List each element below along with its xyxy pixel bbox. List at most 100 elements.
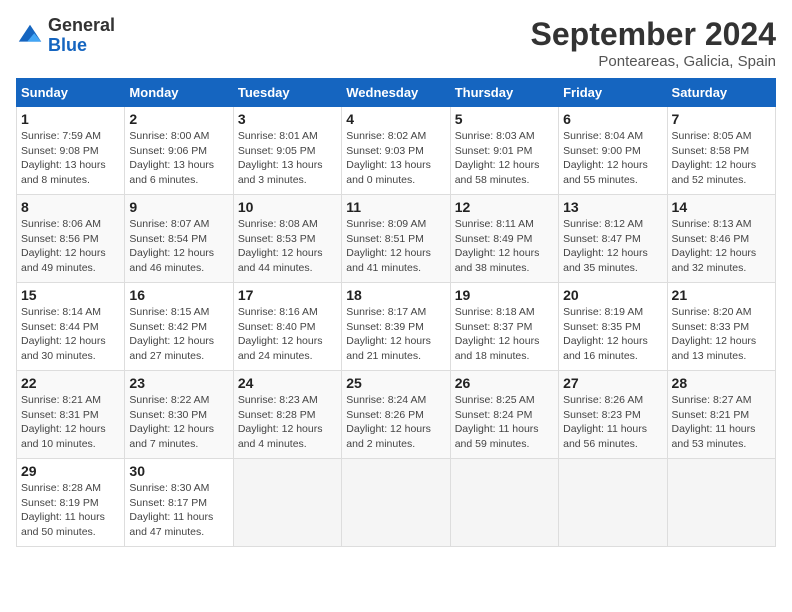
- day-detail: Sunrise: 8:28 AMSunset: 8:19 PMDaylight:…: [21, 481, 120, 540]
- calendar-cell: [667, 459, 775, 547]
- calendar-cell: 15 Sunrise: 8:14 AMSunset: 8:44 PMDayligh…: [17, 283, 125, 371]
- calendar-cell: 5 Sunrise: 8:03 AMSunset: 9:01 PMDaylight…: [450, 107, 558, 195]
- day-detail: Sunrise: 8:03 AMSunset: 9:01 PMDaylight:…: [455, 129, 554, 188]
- day-detail: Sunrise: 8:21 AMSunset: 8:31 PMDaylight:…: [21, 393, 120, 452]
- calendar-header-row: SundayMondayTuesdayWednesdayThursdayFrid…: [17, 79, 776, 107]
- day-number: 22: [21, 375, 120, 391]
- day-detail: Sunrise: 8:00 AMSunset: 9:06 PMDaylight:…: [129, 129, 228, 188]
- day-detail: Sunrise: 8:06 AMSunset: 8:56 PMDaylight:…: [21, 217, 120, 276]
- calendar-cell: 17 Sunrise: 8:16 AMSunset: 8:40 PMDayligh…: [233, 283, 341, 371]
- day-detail: Sunrise: 8:30 AMSunset: 8:17 PMDaylight:…: [129, 481, 228, 540]
- week-row-4: 22 Sunrise: 8:21 AMSunset: 8:31 PMDayligh…: [17, 371, 776, 459]
- page-subtitle: Ponteareas, Galicia, Spain: [531, 53, 776, 70]
- day-number: 12: [455, 199, 554, 215]
- week-row-2: 8 Sunrise: 8:06 AMSunset: 8:56 PMDaylight…: [17, 195, 776, 283]
- calendar-cell: 23Sunrise: 8:22 AMSunset: 8:30 PMDayligh…: [125, 371, 233, 459]
- calendar-cell: 2 Sunrise: 8:00 AMSunset: 9:06 PMDaylight…: [125, 107, 233, 195]
- day-detail: Sunrise: 8:15 AMSunset: 8:42 PMDaylight:…: [129, 305, 228, 364]
- day-number: 17: [238, 287, 337, 303]
- day-number: 14: [672, 199, 771, 215]
- calendar-cell: [559, 459, 667, 547]
- calendar-cell: 25 Sunrise: 8:24 AMSunset: 8:26 PMDayligh…: [342, 371, 450, 459]
- logo: GeneralBlue: [16, 16, 115, 56]
- calendar-cell: 28 Sunrise: 8:27 AMSunset: 8:21 PMDayligh…: [667, 371, 775, 459]
- calendar-cell: 30 Sunrise: 8:30 AMSunset: 8:17 PMDayligh…: [125, 459, 233, 547]
- calendar-cell: 24Sunrise: 8:23 AMSunset: 8:28 PMDayligh…: [233, 371, 341, 459]
- day-number: 3: [238, 111, 337, 127]
- calendar-cell: 13Sunrise: 8:12 AMSunset: 8:47 PMDayligh…: [559, 195, 667, 283]
- day-detail: Sunrise: 8:01 AMSunset: 9:05 PMDaylight:…: [238, 129, 337, 188]
- calendar-cell: 10 Sunrise: 8:08 AMSunset: 8:53 PMDayligh…: [233, 195, 341, 283]
- calendar-cell: 22 Sunrise: 8:21 AMSunset: 8:31 PMDayligh…: [17, 371, 125, 459]
- calendar-cell: 20 Sunrise: 8:19 AMSunset: 8:35 PMDayligh…: [559, 283, 667, 371]
- calendar-cell: 27 Sunrise: 8:26 AMSunset: 8:23 PMDayligh…: [559, 371, 667, 459]
- header-wednesday: Wednesday: [342, 79, 450, 107]
- day-detail: Sunrise: 8:24 AMSunset: 8:26 PMDaylight:…: [346, 393, 445, 452]
- day-detail: Sunrise: 8:04 AMSunset: 9:00 PMDaylight:…: [563, 129, 662, 188]
- day-detail: Sunrise: 8:13 AMSunset: 8:46 PMDaylight:…: [672, 217, 771, 276]
- day-detail: Sunrise: 8:18 AMSunset: 8:37 PMDaylight:…: [455, 305, 554, 364]
- day-number: 19: [455, 287, 554, 303]
- header-monday: Monday: [125, 79, 233, 107]
- calendar-table: SundayMondayTuesdayWednesdayThursdayFrid…: [16, 78, 776, 547]
- day-number: 20: [563, 287, 662, 303]
- day-number: 18: [346, 287, 445, 303]
- header-thursday: Thursday: [450, 79, 558, 107]
- day-detail: Sunrise: 8:27 AMSunset: 8:21 PMDaylight:…: [672, 393, 771, 452]
- day-number: 1: [21, 111, 120, 127]
- day-number: 10: [238, 199, 337, 215]
- calendar-cell: [342, 459, 450, 547]
- calendar-cell: 26Sunrise: 8:25 AMSunset: 8:24 PMDayligh…: [450, 371, 558, 459]
- header-sunday: Sunday: [17, 79, 125, 107]
- day-detail: Sunrise: 8:19 AMSunset: 8:35 PMDaylight:…: [563, 305, 662, 364]
- calendar-cell: 3 Sunrise: 8:01 AMSunset: 9:05 PMDaylight…: [233, 107, 341, 195]
- day-number: 27: [563, 375, 662, 391]
- day-detail: Sunrise: 8:20 AMSunset: 8:33 PMDaylight:…: [672, 305, 771, 364]
- day-detail: Sunrise: 8:11 AMSunset: 8:49 PMDaylight:…: [455, 217, 554, 276]
- calendar-cell: [450, 459, 558, 547]
- calendar-cell: 9Sunrise: 8:07 AMSunset: 8:54 PMDaylight…: [125, 195, 233, 283]
- day-number: 4: [346, 111, 445, 127]
- day-number: 30: [129, 463, 228, 479]
- header-saturday: Saturday: [667, 79, 775, 107]
- day-detail: Sunrise: 8:26 AMSunset: 8:23 PMDaylight:…: [563, 393, 662, 452]
- week-row-5: 29 Sunrise: 8:28 AMSunset: 8:19 PMDayligh…: [17, 459, 776, 547]
- calendar-cell: 29 Sunrise: 8:28 AMSunset: 8:19 PMDayligh…: [17, 459, 125, 547]
- calendar-cell: 18 Sunrise: 8:17 AMSunset: 8:39 PMDayligh…: [342, 283, 450, 371]
- day-number: 16: [129, 287, 228, 303]
- calendar-cell: 4 Sunrise: 8:02 AMSunset: 9:03 PMDaylight…: [342, 107, 450, 195]
- day-number: 28: [672, 375, 771, 391]
- calendar-cell: 8 Sunrise: 8:06 AMSunset: 8:56 PMDaylight…: [17, 195, 125, 283]
- day-number: 21: [672, 287, 771, 303]
- day-number: 8: [21, 199, 120, 215]
- calendar-cell: 11 Sunrise: 8:09 AMSunset: 8:51 PMDayligh…: [342, 195, 450, 283]
- day-number: 25: [346, 375, 445, 391]
- day-detail: Sunrise: 8:08 AMSunset: 8:53 PMDaylight:…: [238, 217, 337, 276]
- day-detail: Sunrise: 8:17 AMSunset: 8:39 PMDaylight:…: [346, 305, 445, 364]
- page-header: GeneralBlue September 2024 Ponteareas, G…: [16, 16, 776, 70]
- day-detail: Sunrise: 8:14 AMSunset: 8:44 PMDaylight:…: [21, 305, 120, 364]
- day-number: 29: [21, 463, 120, 479]
- calendar-cell: 21 Sunrise: 8:20 AMSunset: 8:33 PMDayligh…: [667, 283, 775, 371]
- day-number: 15: [21, 287, 120, 303]
- day-number: 5: [455, 111, 554, 127]
- day-detail: Sunrise: 8:22 AMSunset: 8:30 PMDaylight:…: [129, 393, 228, 452]
- day-number: 7: [672, 111, 771, 127]
- day-detail: Sunrise: 8:09 AMSunset: 8:51 PMDaylight:…: [346, 217, 445, 276]
- day-number: 13: [563, 199, 662, 215]
- week-row-1: 1 Sunrise: 7:59 AMSunset: 9:08 PMDaylight…: [17, 107, 776, 195]
- calendar-cell: 14 Sunrise: 8:13 AMSunset: 8:46 PMDayligh…: [667, 195, 775, 283]
- calendar-cell: 19 Sunrise: 8:18 AMSunset: 8:37 PMDayligh…: [450, 283, 558, 371]
- day-number: 11: [346, 199, 445, 215]
- day-detail: Sunrise: 8:02 AMSunset: 9:03 PMDaylight:…: [346, 129, 445, 188]
- day-number: 2: [129, 111, 228, 127]
- calendar-cell: 6 Sunrise: 8:04 AMSunset: 9:00 PMDaylight…: [559, 107, 667, 195]
- day-number: 6: [563, 111, 662, 127]
- calendar-cell: 16 Sunrise: 8:15 AMSunset: 8:42 PMDayligh…: [125, 283, 233, 371]
- day-detail: Sunrise: 7:59 AMSunset: 9:08 PMDaylight:…: [21, 129, 120, 188]
- page-title: September 2024: [531, 16, 776, 53]
- week-row-3: 15 Sunrise: 8:14 AMSunset: 8:44 PMDayligh…: [17, 283, 776, 371]
- day-number: 26: [455, 375, 554, 391]
- calendar-cell: 1 Sunrise: 7:59 AMSunset: 9:08 PMDaylight…: [17, 107, 125, 195]
- day-detail: Sunrise: 8:16 AMSunset: 8:40 PMDaylight:…: [238, 305, 337, 364]
